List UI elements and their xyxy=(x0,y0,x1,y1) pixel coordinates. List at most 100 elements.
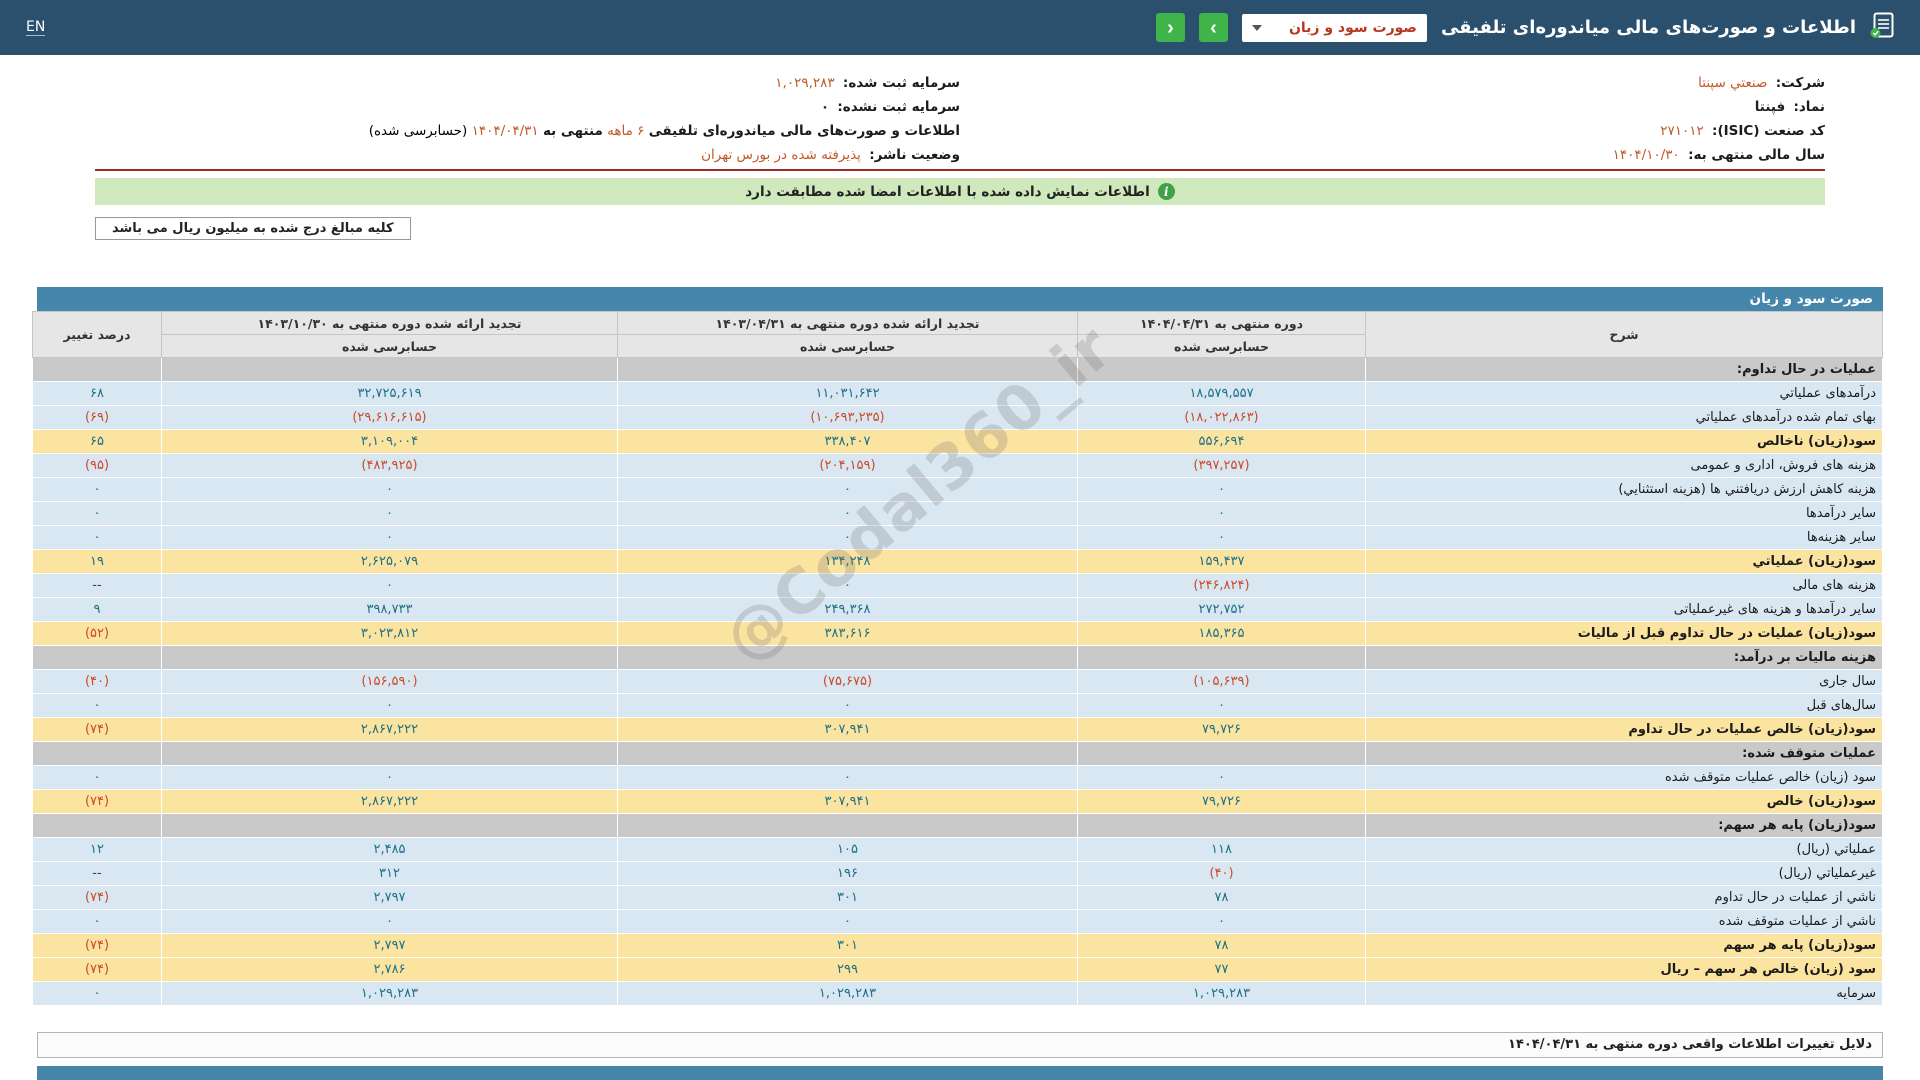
report-icon xyxy=(1870,12,1894,43)
value-cell: ۱۱۸ xyxy=(1078,838,1366,862)
statement-dropdown[interactable]: صورت سود و زیان xyxy=(1242,14,1427,42)
change-percent-cell: (۴۰) xyxy=(33,670,162,694)
value-cell: ۱۸,۵۷۹,۵۵۷ xyxy=(1078,382,1366,406)
next-section-header-bar xyxy=(37,1066,1883,1080)
row-label: ناشي از عملیات در حال تداوم xyxy=(1366,886,1883,910)
value-cell: ۰ xyxy=(618,694,1078,718)
change-percent-cell: ۰ xyxy=(33,526,162,550)
statement-line-suffix: (حسابرسی شده) xyxy=(369,123,468,139)
value-cell: ۲۴۹,۳۶۸ xyxy=(618,598,1078,622)
change-percent-cell: ۰ xyxy=(33,910,162,934)
info-row: کد صنعت (ISIC): ۲۷۱۰۱۲ اطلاعات و صورت‌ها… xyxy=(95,119,1825,143)
row-label: ناشي از عملیات متوقف شده xyxy=(1366,910,1883,934)
change-percent-cell: ۱۲ xyxy=(33,838,162,862)
value-cell: ۳۰۱ xyxy=(618,934,1078,958)
table-row: سال جاری(۱۰۵,۶۳۹)(۷۵,۶۷۵)(۱۵۶,۵۹۰)(۴۰) xyxy=(33,670,1883,694)
row-label: غیرعملیاتي (ریال) xyxy=(1366,862,1883,886)
value-cell: ۲,۷۸۶ xyxy=(162,958,618,982)
change-percent-cell: ۰ xyxy=(33,766,162,790)
statement-line: اطلاعات و صورت‌های مالی میاندوره‌ای تلفی… xyxy=(95,123,960,139)
isic-label: کد صنعت (ISIC): xyxy=(1712,123,1825,139)
table-row: سایر درآمدها و هزینه های غیرعملیاتی۲۷۲,۷… xyxy=(33,598,1883,622)
chevron-right-icon: › xyxy=(1210,18,1217,38)
change-percent-cell: (۷۴) xyxy=(33,790,162,814)
income-statement-table: شرح دوره منتهی به ۱۴۰۴/۰۴/۳۱ تجدید ارائه… xyxy=(32,311,1883,1006)
table-row: بهای تمام شده درآمدهای عملیاتي(۱۸,۰۲۲,۸۶… xyxy=(33,406,1883,430)
row-label: سال جاری xyxy=(1366,670,1883,694)
nav-back-button[interactable]: ‹ xyxy=(1156,13,1185,42)
table-row: سال‌های قبل۰۰۰۰ xyxy=(33,694,1883,718)
units-note: کلیه مبالغ درج شده به میلیون ریال می باش… xyxy=(95,217,411,240)
value-cell: ۱۱,۰۳۱,۶۴۲ xyxy=(618,382,1078,406)
row-label: سود(زیان) خالص عملیات در حال تداوم xyxy=(1366,718,1883,742)
language-toggle[interactable]: EN xyxy=(26,19,45,36)
value-cell xyxy=(1078,358,1366,382)
value-cell: ۱۹۶ xyxy=(618,862,1078,886)
registered-capital-label: سرمایه ثبت شده: xyxy=(843,75,960,91)
section-row: هزینه مالیات بر درآمد: xyxy=(33,646,1883,670)
change-percent-cell xyxy=(33,358,162,382)
value-cell: ۰ xyxy=(618,478,1078,502)
statement-line-period: ۶ ماهه xyxy=(607,123,644,139)
value-cell: ۰ xyxy=(618,526,1078,550)
info-row: شرکت: صنعتي سپنتا سرمایه ثبت شده: ۱,۰۲۹,… xyxy=(95,71,1825,95)
top-bar: اطلاعات و صورت‌های مالی میاندوره‌ای تلفی… xyxy=(0,0,1920,55)
table-title-bar: صورت سود و زیان xyxy=(37,287,1883,311)
value-cell: ۳۰۷,۹۴۱ xyxy=(618,790,1078,814)
row-label: عملیات متوقف شده: xyxy=(1366,742,1883,766)
row-label: سود(زیان) خالص xyxy=(1366,790,1883,814)
value-cell xyxy=(618,742,1078,766)
value-cell: ۳۹۸,۷۳۳ xyxy=(162,598,618,622)
change-percent-cell xyxy=(33,814,162,838)
change-percent-cell: (۵۲) xyxy=(33,622,162,646)
value-cell xyxy=(1078,742,1366,766)
change-percent-cell: ۶۵ xyxy=(33,430,162,454)
table-row: درآمدهای عملیاتي۱۸,۵۷۹,۵۵۷۱۱,۰۳۱,۶۴۲۳۲,۷… xyxy=(33,382,1883,406)
change-percent-cell: (۹۵) xyxy=(33,454,162,478)
value-cell: ۲,۴۸۵ xyxy=(162,838,618,862)
value-cell: (۲۰۴,۱۵۹) xyxy=(618,454,1078,478)
fiscal-year-label: سال مالی منتهی به: xyxy=(1688,147,1825,163)
income-statement: صورت سود و زیان شرح دوره منتهی به ۱۴۰۴/۰… xyxy=(37,287,1883,1006)
value-cell xyxy=(162,742,618,766)
col-header-period-current: دوره منتهی به ۱۴۰۴/۰۴/۳۱ xyxy=(1078,312,1366,335)
value-cell: (۳۹۷,۲۵۷) xyxy=(1078,454,1366,478)
row-label: سال‌های قبل xyxy=(1366,694,1883,718)
value-cell: ۱,۰۲۹,۲۸۳ xyxy=(162,982,618,1006)
col-header-change-percent: درصد تغییر xyxy=(33,312,162,358)
change-percent-cell: (۷۴) xyxy=(33,886,162,910)
issuer-status-value: پذیرفته شده در بورس تهران xyxy=(701,147,861,163)
value-cell: ۰ xyxy=(162,574,618,598)
table-row: سود (زیان) خالص هر سهم – ریال۷۷۲۹۹۲,۷۸۶(… xyxy=(33,958,1883,982)
symbol-label: نماد: xyxy=(1793,99,1825,115)
value-cell: ۱۰۵ xyxy=(618,838,1078,862)
value-cell: ۰ xyxy=(162,502,618,526)
isic-value: ۲۷۱۰۱۲ xyxy=(1660,123,1704,139)
info-row: نماد: فپنتا سرمایه ثبت نشده: ۰ xyxy=(95,95,1825,119)
value-cell: ۱۵۹,۴۳۷ xyxy=(1078,550,1366,574)
subheader-audited: حسابرسی شده xyxy=(162,335,618,358)
signature-notice: i اطلاعات نمایش داده شده با اطلاعات امضا… xyxy=(95,178,1825,205)
nav-forward-button[interactable]: › xyxy=(1199,13,1228,42)
chevron-left-icon: ‹ xyxy=(1167,18,1174,38)
value-cell: ۳,۱۰۹,۰۰۴ xyxy=(162,430,618,454)
value-cell: (۴۸۳,۹۲۵) xyxy=(162,454,618,478)
row-label: سود (زیان) خالص عملیات متوقف شده xyxy=(1366,766,1883,790)
row-label: سایر درآمدها xyxy=(1366,502,1883,526)
table-row: سود(زیان) عملیات در حال تداوم قبل از مال… xyxy=(33,622,1883,646)
value-cell: ۰ xyxy=(162,910,618,934)
row-label: بهای تمام شده درآمدهای عملیاتي xyxy=(1366,406,1883,430)
value-cell: ۵۵۶,۶۹۴ xyxy=(1078,430,1366,454)
change-percent-cell: ۰ xyxy=(33,694,162,718)
table-row: سود (زیان) خالص عملیات متوقف شده۰۰۰۰ xyxy=(33,766,1883,790)
row-label: سود(زیان) عملیات در حال تداوم قبل از مال… xyxy=(1366,622,1883,646)
value-cell: ۷۸ xyxy=(1078,886,1366,910)
value-cell: ۲۷۲,۷۵۲ xyxy=(1078,598,1366,622)
value-cell: ۲,۷۹۷ xyxy=(162,886,618,910)
value-cell: ۷۷ xyxy=(1078,958,1366,982)
value-cell xyxy=(618,814,1078,838)
value-cell xyxy=(162,358,618,382)
change-percent-cell: (۷۴) xyxy=(33,958,162,982)
value-cell: ۱۸۵,۳۶۵ xyxy=(1078,622,1366,646)
table-row: ناشي از عملیات متوقف شده۰۰۰۰ xyxy=(33,910,1883,934)
